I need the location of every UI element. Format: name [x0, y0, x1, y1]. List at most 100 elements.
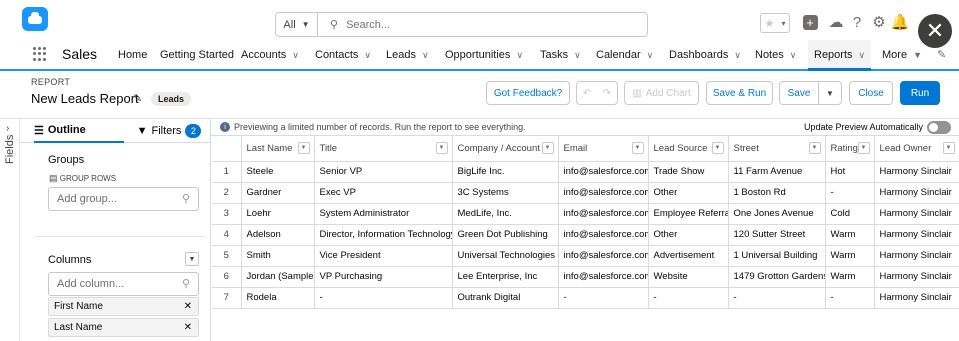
- save-button[interactable]: Save: [779, 81, 819, 105]
- column-header[interactable]: Lead Source ▼: [648, 136, 729, 162]
- nav-item-contacts[interactable]: Contacts ∨: [315, 49, 371, 61]
- save-and-run-button[interactable]: Save & Run: [706, 81, 773, 105]
- column-header-label: Lead Source: [653, 142, 708, 154]
- column-menu-icon[interactable]: ▼: [541, 142, 554, 154]
- tab-outline[interactable]: ☰ Outline: [34, 119, 124, 143]
- add-group-placeholder: Add group...: [57, 193, 117, 205]
- cell-title: -: [314, 287, 453, 309]
- favorites-star-icon[interactable]: ★ ▾: [760, 13, 790, 33]
- cell-lead-source: Employee Referral: [648, 203, 729, 225]
- cell-title: System Administrator: [314, 203, 453, 225]
- chevron-down-icon: ▼: [826, 88, 834, 98]
- group-rows-label: ▤ GROUP ROWS: [49, 173, 116, 184]
- add-column-input[interactable]: Add column... ⚲: [48, 272, 199, 296]
- setup-gear-icon[interactable]: ⚙: [869, 12, 889, 32]
- nav-item-home[interactable]: Home: [118, 49, 147, 61]
- column-menu-icon[interactable]: ▼: [808, 142, 821, 154]
- cell-lead-source: Trade Show: [648, 161, 729, 183]
- column-menu-icon[interactable]: ▼: [297, 142, 310, 154]
- column-menu-icon[interactable]: ▼: [435, 142, 448, 154]
- column-menu-icon[interactable]: ▼: [942, 142, 955, 154]
- save-menu-dropdown[interactable]: ▼: [818, 81, 842, 105]
- chevron-down-icon[interactable]: ∨: [647, 50, 654, 60]
- nav-item-dashboards[interactable]: Dashboards ∨: [669, 49, 741, 61]
- column-menu-icon[interactable]: ▼: [857, 142, 870, 154]
- search-scope-select[interactable]: All ▼: [276, 13, 318, 36]
- salesforce-logo[interactable]: [22, 7, 48, 31]
- notifications-bell-icon[interactable]: 🔔: [890, 12, 910, 32]
- global-header: All ▼ ⚲ ★▾ + ☁ ? ⚙ 🔔 ✕: [0, 0, 959, 48]
- cell-rating: Cold: [825, 203, 875, 225]
- cell-street: 1 Universal Building: [728, 245, 826, 267]
- column-header[interactable]: Company / Account ▼: [452, 136, 559, 162]
- rows-icon: ▤: [49, 173, 58, 183]
- close-icon[interactable]: ✕: [918, 14, 952, 48]
- chevron-down-icon[interactable]: ∨: [516, 50, 523, 60]
- edit-nav-pencil-icon[interactable]: ✎: [937, 48, 946, 61]
- nav-item-accounts[interactable]: Accounts ∨: [241, 49, 299, 61]
- add-icon[interactable]: +: [800, 12, 820, 32]
- chevron-down-icon[interactable]: ▼: [913, 50, 922, 60]
- nav-item-label: Leads: [386, 49, 416, 61]
- chevron-down-icon[interactable]: ∨: [790, 50, 797, 60]
- chevron-down-icon[interactable]: ∨: [574, 50, 581, 60]
- edit-pencil-icon[interactable]: ✎: [133, 92, 142, 105]
- nav-item-more[interactable]: More ▼: [882, 49, 922, 61]
- fields-sidebar-toggle[interactable]: › Fields: [0, 119, 20, 341]
- chevron-down-icon[interactable]: ∨: [422, 50, 429, 60]
- nav-item-getting-started[interactable]: Getting Started: [160, 49, 234, 61]
- chevron-down-icon[interactable]: ∨: [859, 50, 866, 60]
- column-header[interactable]: Lead Owner ▼: [874, 136, 959, 162]
- nav-item-label: Opportunities: [445, 49, 511, 61]
- cell-email: -: [558, 287, 649, 309]
- chevron-right-icon[interactable]: ›: [6, 123, 9, 134]
- column-header[interactable]: Title ▼: [314, 136, 453, 162]
- app-launcher-icon[interactable]: [33, 47, 47, 61]
- chevron-down-icon[interactable]: ∨: [292, 50, 299, 60]
- add-chart-button[interactable]: ▥ Add Chart: [624, 81, 699, 105]
- undo-redo-group: ↶ ↷: [576, 81, 618, 105]
- add-chart-label: Add Chart: [645, 87, 691, 99]
- column-header-label: Company / Account: [457, 142, 540, 154]
- app-nav-bar: Sales Home Getting Started Accounts ∨ Con…: [0, 40, 959, 71]
- search-input[interactable]: [338, 13, 647, 36]
- trailhead-icon[interactable]: ☁: [826, 12, 846, 32]
- remove-icon[interactable]: ✕: [184, 322, 192, 333]
- column-header[interactable]: Rating ▼: [825, 136, 875, 162]
- nav-item-opportunities[interactable]: Opportunities ∨: [445, 49, 523, 61]
- nav-item-reports[interactable]: Reports ∨: [808, 40, 872, 71]
- nav-item-tasks[interactable]: Tasks ∨: [540, 49, 581, 61]
- nav-item-leads[interactable]: Leads ∨: [386, 49, 429, 61]
- search-icon: ⚲: [181, 193, 190, 205]
- cell-rating: -: [825, 182, 875, 204]
- tab-filters[interactable]: ▼ Filters 2: [132, 119, 206, 143]
- column-header[interactable]: Street ▼: [728, 136, 826, 162]
- column-header[interactable]: Last Name ▼: [241, 136, 315, 162]
- nav-item-label: Getting Started: [160, 49, 234, 61]
- nav-item-notes[interactable]: Notes ∨: [755, 49, 796, 61]
- column-header[interactable]: Email ▼: [558, 136, 649, 162]
- run-button[interactable]: Run: [900, 81, 940, 105]
- nav-item-label: Calendar: [596, 49, 641, 61]
- nav-item-calendar[interactable]: Calendar ∨: [596, 49, 653, 61]
- column-pill[interactable]: First Name ✕: [48, 297, 199, 316]
- redo-icon[interactable]: ↷: [603, 88, 611, 99]
- cell-lead-owner: Harmony Sinclair: [874, 161, 959, 183]
- tab-outline-label: Outline: [47, 124, 86, 136]
- column-menu-icon[interactable]: ▼: [711, 142, 724, 154]
- close-button[interactable]: Close: [849, 81, 893, 105]
- help-icon[interactable]: ?: [847, 12, 867, 32]
- column-pill[interactable]: Last Name ✕: [48, 318, 199, 337]
- undo-icon[interactable]: ↶: [583, 88, 591, 99]
- got-feedback-button[interactable]: Got Feedback?: [486, 81, 570, 105]
- add-group-input[interactable]: Add group... ⚲: [48, 187, 199, 211]
- column-menu-icon[interactable]: ▼: [631, 142, 644, 154]
- cell-email: info@salesforce.com: [558, 245, 649, 267]
- remove-icon[interactable]: ✕: [184, 301, 192, 312]
- auto-update-toggle[interactable]: [927, 121, 951, 134]
- columns-menu-dropdown[interactable]: ▼: [185, 252, 199, 266]
- chevron-down-icon[interactable]: ∨: [734, 50, 741, 60]
- chevron-down-icon[interactable]: ∨: [364, 50, 371, 60]
- row-number: 7: [212, 287, 242, 309]
- global-search[interactable]: All ▼ ⚲: [275, 12, 648, 37]
